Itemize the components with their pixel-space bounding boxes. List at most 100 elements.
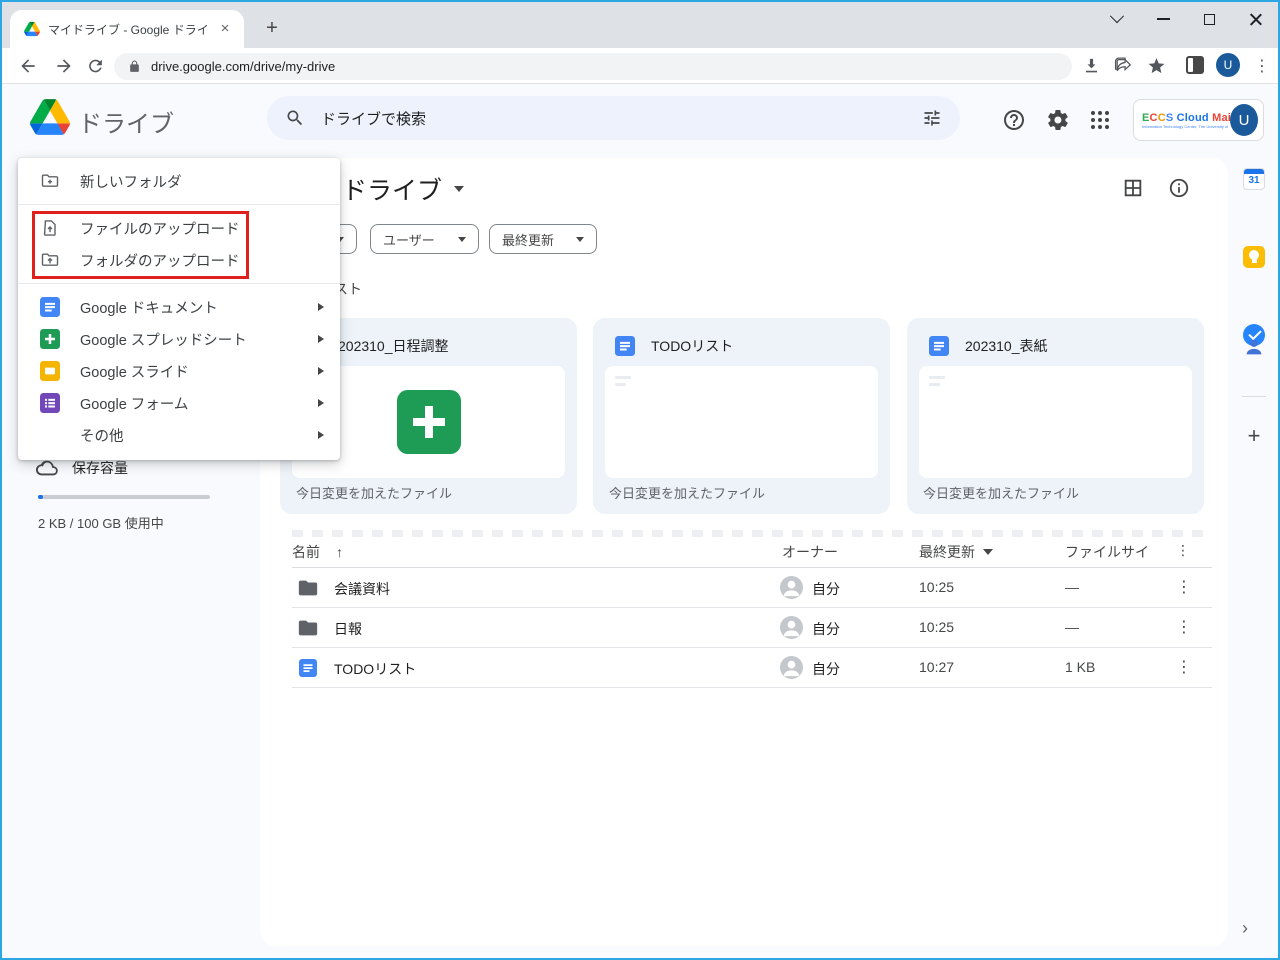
browser-window: マイドライブ - Google ドライブ × + drive.google.co… [0,0,1280,960]
sheets-thumbnail-icon [397,390,461,454]
browser-menu-kebab-icon[interactable]: ⋮ [1254,56,1270,76]
address-bar[interactable]: drive.google.com/drive/my-drive [114,53,1072,80]
account-avatar[interactable]: U [1230,104,1258,136]
apps-grid-icon[interactable] [1088,108,1112,132]
side-panel-rail: 31 + › [1230,158,1278,958]
keep-icon[interactable] [1243,246,1265,268]
suggested-card[interactable]: TODOリスト 今日変更を加えたファイル [593,318,890,514]
bookmark-star-icon[interactable] [1147,56,1166,75]
menu-item-google-forms[interactable]: Google フォーム [18,387,340,419]
dashed-divider [292,530,1212,537]
modified-time: 10:25 [919,579,955,595]
filter-chip-modified[interactable]: 最終更新 [489,224,597,254]
drive-header: ドライブ ドライブで検索 ECCS Cloud Mail Information… [2,84,1278,154]
settings-gear-icon[interactable] [1046,108,1070,132]
submenu-arrow-icon [318,303,324,311]
share-icon[interactable] [1114,56,1133,75]
reload-icon[interactable] [86,56,105,75]
card-title: 202310_日程調整 [338,338,449,354]
eccs-word-cloud: Cloud [1173,111,1209,124]
forms-file-icon [40,393,60,413]
column-header-name[interactable]: 名前 ↑ [292,542,343,562]
maximize-button[interactable] [1186,2,1232,36]
install-icon[interactable] [1082,56,1101,75]
filter-chip-people[interactable]: ユーザー [370,224,479,254]
docs-file-icon [40,297,60,317]
column-label: 最終更新 [919,544,975,560]
chevron-down-icon [576,236,584,242]
owner-name: 自分 [812,621,840,637]
tab-close-icon[interactable]: × [216,20,234,38]
table-row[interactable]: 日報 自分 10:25 — ⋮ [292,608,1212,648]
modified-time: 10:25 [919,619,955,635]
grid-view-icon[interactable] [1122,177,1144,199]
eccs-letter: C [1149,111,1158,124]
browser-profile-avatar[interactable]: U [1216,53,1240,77]
new-folder-icon [41,174,59,187]
table-row[interactable]: 会議資料 自分 10:25 — ⋮ [292,568,1212,608]
table-row[interactable]: TODOリスト 自分 10:27 1 KB ⋮ [292,648,1212,688]
menu-divider [18,283,340,284]
account-button[interactable]: ECCS Cloud Mail Information Technology C… [1133,99,1264,141]
column-header-owner[interactable]: オーナー [782,542,838,562]
thumbnail-text-line [615,383,626,386]
menu-item-google-sheets[interactable]: Google スプレッドシート [18,323,340,355]
search-input[interactable]: ドライブで検索 [267,96,960,140]
card-title: TODOリスト [651,338,734,354]
sheets-file-icon [40,329,60,349]
card-thumbnail [605,366,878,478]
suggested-card[interactable]: 202310_表紙 今日変更を加えたファイル [907,318,1204,514]
menu-item-label: Google スプレッドシート [80,332,247,349]
menu-item-more[interactable]: その他 [18,419,340,451]
folder-icon [298,580,318,596]
eccs-logo: ECCS Cloud Mail Information Technology C… [1142,111,1234,129]
menu-divider [18,204,340,205]
submenu-arrow-icon [318,431,324,439]
contacts-icon[interactable] [1243,336,1265,358]
menu-item-label: Google スライド [80,364,189,381]
rail-divider [1242,396,1266,397]
search-options-tune-icon[interactable] [922,108,942,128]
chip-label: 最終更新 [502,232,555,248]
column-label: オーナー [782,544,838,560]
calendar-icon[interactable]: 31 [1243,168,1265,190]
help-icon[interactable] [1002,108,1026,132]
submenu-arrow-icon [318,367,324,375]
row-actions-kebab-icon[interactable]: ⋮ [1176,617,1192,637]
card-caption: 今日変更を加えたファイル [296,486,453,501]
close-button[interactable] [1232,2,1278,36]
back-icon[interactable] [18,56,38,76]
browser-tab[interactable]: マイドライブ - Google ドライブ × [10,10,244,48]
sort-descending-icon [983,549,993,555]
menu-item-google-docs[interactable]: Google ドキュメント [18,291,340,323]
storage-progress-fill [38,495,43,499]
lock-icon [130,60,139,72]
row-actions-kebab-icon[interactable]: ⋮ [1176,657,1192,677]
card-caption: 今日変更を加えたファイル [609,486,766,501]
column-settings-kebab-icon[interactable]: ⋮ [1176,542,1190,559]
add-panel-app-button[interactable]: + [1238,420,1270,452]
file-size: — [1065,579,1079,595]
file-name: 会議資料 [334,581,390,597]
drive-logo-icon [30,99,70,135]
sidebar-item-storage[interactable]: 保存容量 [72,458,128,478]
side-panel-icon[interactable] [1186,56,1204,74]
info-icon[interactable] [1168,177,1190,199]
row-actions-kebab-icon[interactable]: ⋮ [1176,577,1192,597]
collapse-rail-chevron-icon[interactable]: › [1242,918,1248,939]
forward-icon[interactable] [54,56,74,76]
submenu-arrow-icon [318,399,324,407]
column-label: ファイルサイ [1065,544,1149,560]
column-header-size[interactable]: ファイルサイ [1065,542,1149,562]
minimize-button[interactable] [1140,2,1186,36]
menu-item-new-folder[interactable]: 新しいフォルダ [18,165,340,197]
docs-file-icon [929,336,949,356]
menu-item-google-slides[interactable]: Google スライド [18,355,340,387]
thumbnail-text-line [615,376,631,379]
owner-avatar [780,576,803,599]
column-header-modified[interactable]: 最終更新 [919,542,993,562]
window-menu-button[interactable] [1094,2,1140,36]
cloud-storage-icon [36,460,58,476]
new-tab-button[interactable]: + [260,17,284,41]
docs-file-icon [299,659,317,677]
